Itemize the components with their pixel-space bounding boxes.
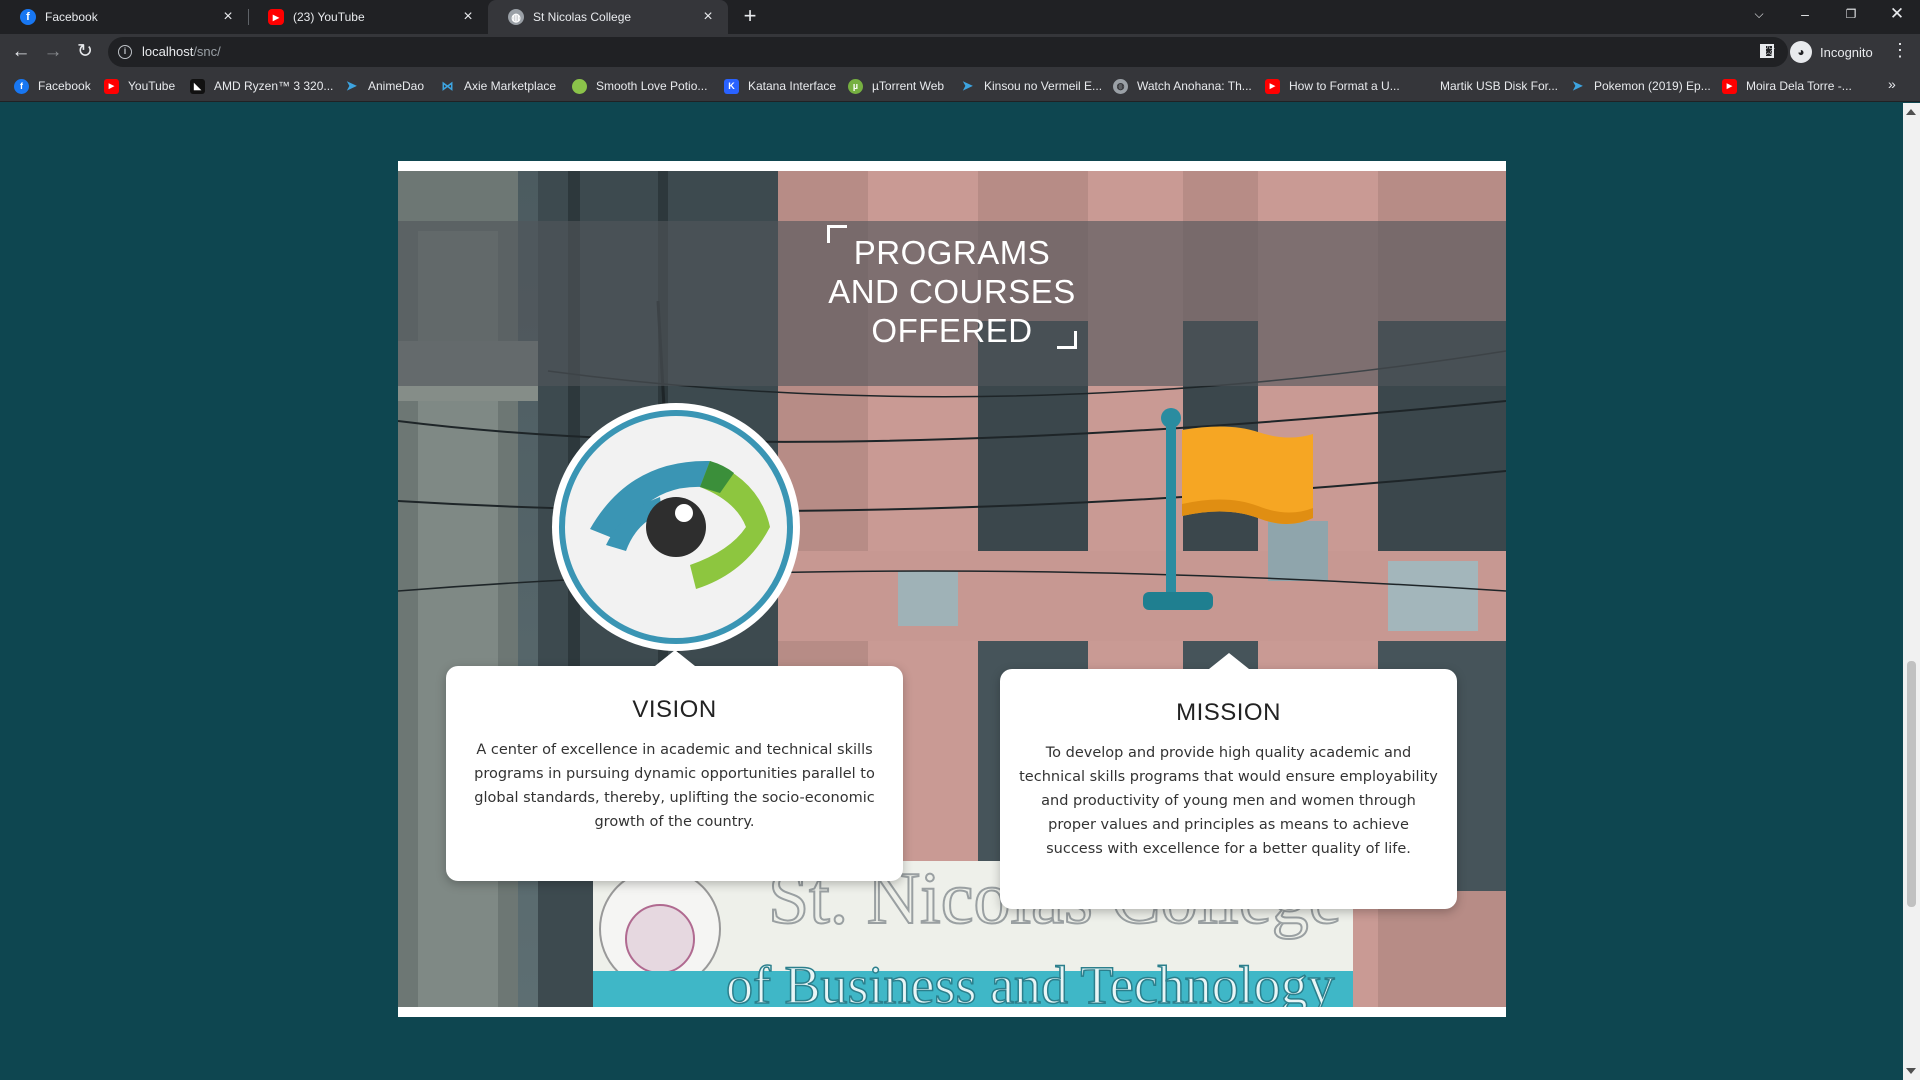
vision-text: A center of excellence in academic and t… <box>474 742 875 830</box>
bookmark-label: Watch Anohana: Th... <box>1137 79 1252 93</box>
restore-button[interactable]: ❐ <box>1828 0 1874 30</box>
profile-label: Incognito <box>1820 44 1873 60</box>
address-bar[interactable]: i localhost/snc/ ☆ <box>108 37 1788 67</box>
facebook-icon: f <box>20 9 36 25</box>
flag-icon <box>1143 408 1313 610</box>
scrollbar-thumb[interactable] <box>1907 661 1916 907</box>
mission-card: MISSION To develop and provide high qual… <box>1000 653 1457 909</box>
bookmark-item[interactable]: ➤ Pokemon (2019) Ep... <box>1570 76 1711 96</box>
url-host: localhost <box>142 44 194 59</box>
bookmarks-bar: f Facebook ▶ YouTube ◣ AMD Ryzen™ 3 320... … <box>0 70 1920 102</box>
utorrent-icon: µ <box>848 78 863 94</box>
bookmark-item[interactable]: K Katana Interface <box>724 76 836 96</box>
globe-icon: ◍ <box>508 9 524 25</box>
bookmark-item[interactable]: µ µTorrent Web <box>848 76 944 96</box>
heading-line: PROGRAMS <box>853 234 1051 271</box>
mission-title: MISSION <box>1176 699 1281 726</box>
mission-text: To develop and provide high quality acad… <box>1019 745 1438 857</box>
scroll-up-arrow[interactable] <box>1906 109 1916 115</box>
paper-plane-icon: ➤ <box>1572 78 1583 93</box>
heading-line: OFFERED <box>871 312 1033 349</box>
bookmark-label: Smooth Love Potio... <box>596 79 708 93</box>
youtube-icon: ▶ <box>1722 78 1737 94</box>
tab-title: Facebook <box>45 10 98 24</box>
incognito-profile-button[interactable]: ◕ Incognito <box>1790 38 1873 66</box>
back-icon[interactable]: ← <box>8 39 34 65</box>
tab-facebook[interactable]: f Facebook × <box>0 0 248 34</box>
paper-plane-icon: ➤ <box>346 78 357 93</box>
bookmark-label: Moira Dela Torre -... <box>1746 79 1852 93</box>
bookmark-item[interactable]: ◣ AMD Ryzen™ 3 320... <box>190 76 333 96</box>
minimize-button[interactable]: – <box>1782 0 1828 30</box>
bookmark-item[interactable]: ▶ How to Format a U... <box>1265 76 1400 96</box>
bookmark-item[interactable]: ➤ AnimeDao <box>344 76 424 96</box>
side-panel-icon[interactable] <box>1760 44 1774 58</box>
tab-search-icon[interactable]: ⌵ <box>1736 0 1782 30</box>
axie-icon: ⋈ <box>441 79 454 93</box>
bookmark-label: AnimeDao <box>368 79 425 93</box>
bookmark-label: AMD Ryzen™ 3 320... <box>214 79 334 93</box>
bookmark-label: Facebook <box>38 79 91 93</box>
bookmark-item[interactable]: ▶ YouTube <box>104 76 175 96</box>
page-scrollbar[interactable] <box>1903 103 1920 1080</box>
bookmark-label: µTorrent Web <box>872 79 945 93</box>
katana-icon: K <box>724 78 739 94</box>
tab-title: St Nicolas College <box>533 10 632 24</box>
tab-youtube[interactable]: ▶ (23) YouTube × <box>248 0 488 34</box>
facebook-icon: f <box>14 78 29 94</box>
tab-title: (23) YouTube <box>293 10 365 24</box>
paper-plane-icon: ➤ <box>962 78 973 93</box>
close-window-button[interactable]: ✕ <box>1874 0 1920 30</box>
bookmark-item[interactable]: Smooth Love Potio... <box>572 76 707 96</box>
browser-toolbar: ← → ↻ i localhost/snc/ ☆ ◕ Incognito ⋮ <box>0 34 1920 70</box>
url-path: /snc/ <box>193 44 221 59</box>
youtube-icon: ▶ <box>104 78 119 94</box>
close-icon[interactable]: × <box>456 8 480 26</box>
bookmark-item[interactable]: Martik USB Disk For... <box>1416 76 1558 96</box>
bookmark-label: Axie Marketplace <box>464 79 557 93</box>
incognito-icon: ◕ <box>1790 41 1812 63</box>
close-icon[interactable]: × <box>696 8 720 26</box>
programs-section: St. Nicolas College of Business and Tech… <box>398 161 1506 1017</box>
eye-icon <box>552 403 800 651</box>
page-viewport: St. Nicolas College of Business and Tech… <box>0 103 1903 1080</box>
potion-icon <box>572 78 587 94</box>
blank-page-icon <box>1416 79 1431 94</box>
bookmark-label: Katana Interface <box>748 79 837 93</box>
amd-icon: ◣ <box>190 78 205 94</box>
building-sign-line2: of Business and Technology <box>726 955 1335 1007</box>
bookmark-item[interactable]: ◍ Watch Anohana: Th... <box>1113 76 1252 96</box>
programs-heading: PROGRAMS AND COURSES OFFERED <box>398 233 1506 350</box>
tab-st-nicolas-college[interactable]: ◍ St Nicolas College × <box>488 0 728 34</box>
heading-line: AND COURSES <box>828 273 1076 310</box>
bookmark-item[interactable]: ➤ Kinsou no Vermeil E... <box>960 76 1102 96</box>
vision-card: VISION A center of excellence in academi… <box>446 650 903 881</box>
tab-strip: f Facebook × ▶ (23) YouTube × ◍ St Nicol… <box>0 0 1920 34</box>
forward-icon[interactable]: → <box>40 39 66 65</box>
close-icon[interactable]: × <box>216 8 240 26</box>
scroll-down-arrow[interactable] <box>1906 1068 1916 1074</box>
reload-icon[interactable]: ↻ <box>72 39 98 65</box>
globe-icon: ◍ <box>1113 78 1128 94</box>
new-tab-button[interactable]: + <box>737 4 763 30</box>
bookmark-label: YouTube <box>128 79 176 93</box>
bookmark-item[interactable]: ⋈ Axie Marketplace <box>440 76 557 96</box>
bookmark-label: Kinsou no Vermeil E... <box>984 79 1103 93</box>
bookmark-item[interactable]: f Facebook <box>14 76 91 96</box>
menu-icon[interactable]: ⋮ <box>1890 40 1910 61</box>
bookmark-item[interactable]: ▶ Moira Dela Torre -... <box>1722 76 1852 96</box>
bookmark-label: Martik USB Disk For... <box>1440 79 1559 93</box>
youtube-icon: ▶ <box>268 9 284 25</box>
bookmark-label: How to Format a U... <box>1289 79 1400 93</box>
college-building-photo: St. Nicolas College of Business and Tech… <box>398 171 1506 1007</box>
info-icon[interactable]: i <box>118 45 132 59</box>
url-text: localhost/snc/ <box>142 44 221 59</box>
vision-title: VISION <box>632 696 717 723</box>
more-bookmarks-icon[interactable]: » <box>1888 76 1896 92</box>
youtube-icon: ▶ <box>1265 78 1280 94</box>
bookmark-label: Pokemon (2019) Ep... <box>1594 79 1711 93</box>
